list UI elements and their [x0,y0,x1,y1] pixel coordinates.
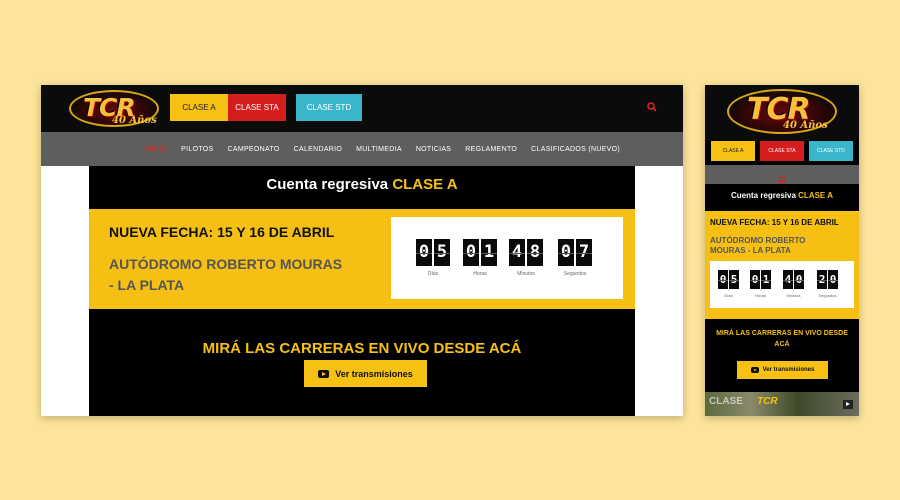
event-venue: AUTÓDROMO ROBERTO MOURAS - LA PLATA [109,256,343,293]
mobile-screenshot: TCR 40 Años CLASE A CLASE STA CLASE STD … [705,85,859,416]
clase-a-button[interactable]: CLASE A [170,94,228,121]
countdown-title: Cuenta regresiva CLASE A [266,176,458,193]
mobile-countdown-timer: 0 5 0 1 4 0 2 0 Días Horas Minutos Segun… [710,261,854,308]
nav-reglamento[interactable]: REGLAMENTO [465,146,517,153]
desktop-screenshot: TCR 40 Años CLASE A CLASE STA CLASE STD … [41,85,683,416]
mobile-header: TCR 40 Años [705,85,859,140]
mobile-days-label: Días [724,293,733,298]
hours-digits: 0 1 [463,239,499,266]
youtube-icon [318,369,330,378]
mobile-minutes-label: Minutos [786,293,801,298]
ver-transmisiones-button[interactable]: Ver transmisiones [304,360,427,387]
nav-inicio[interactable]: INICIO [144,146,167,153]
minutes-digits: 4 8 [509,239,545,266]
nav-calendario[interactable]: CALENDARIO [294,146,343,153]
mobile-hours-label: Horas [755,293,766,298]
mobile-live-title: MIRÁ LAS CARRERAS EN VIVO DESDE ACÁ [716,330,848,348]
tcr-logo[interactable]: TCR 40 Años [69,90,159,127]
event-date: NUEVA FECHA: 15 Y 16 DE ABRIL [109,224,335,240]
search-icon[interactable] [647,102,657,112]
event-banner: NUEVA FECHA: 15 Y 16 DE ABRIL AUTÓDROMO … [89,209,635,309]
hours-label: Horas [473,271,487,277]
mobile-event-banner: NUEVA FECHA: 15 Y 16 DE ABRIL AUTÓDROMO … [705,211,859,319]
clase-sta-button[interactable]: CLASE STA [228,94,286,121]
mobile-menu-bar [705,165,859,184]
hamburger-icon[interactable] [778,176,786,178]
mobile-hours-digits: 0 1 [750,270,772,289]
mobile-seconds-label: Segundos [818,293,837,298]
seconds-label: Segundos [563,271,587,277]
mobile-seconds-digits: 2 0 [817,270,839,289]
nav-campeonato[interactable]: CAMPEONATO [228,146,280,153]
mobile-clase-sta-button[interactable]: CLASE STA [760,141,804,161]
mobile-tcr-logo[interactable]: TCR 40 Años [727,89,837,134]
nav-clasificados[interactable]: CLASIFICADOS (NUEVO) [531,146,620,153]
live-title: MIRÁ LAS CARRERAS EN VIVO DESDE ACÁ [202,340,522,357]
seconds-digits: 0 7 [558,239,594,266]
mobile-ver-transmisiones-button[interactable]: Ver transmisiones [737,361,828,379]
minutes-label: Minutos [517,271,535,277]
days-digits: 0 5 [416,239,452,266]
main-nav: INICIO PILOTOS CAMPEONATO CALENDARIO MUL… [41,132,683,166]
mobile-countdown-title: Cuenta regresiva CLASE A [731,191,833,200]
days-label: Días [427,271,439,277]
mobile-event-venue: AUTÓDROMO ROBERTO MOURAS - LA PLATA [710,236,806,256]
clase-std-button[interactable]: CLASE STD [296,94,362,121]
youtube-icon [750,367,759,373]
site-header: TCR 40 Años CLASE A CLASE STA CLASE STD [41,85,683,132]
nav-noticias[interactable]: NOTICIAS [416,146,451,153]
mobile-minutes-digits: 4 0 [783,270,805,289]
countdown-timer: 0 5 0 1 4 8 0 7 Días Horas Minutos Segun… [391,217,623,299]
mobile-days-digits: 0 5 [718,270,740,289]
mobile-event-date: NUEVA FECHA: 15 Y 16 DE ABRIL [710,218,839,227]
mobile-clase-a-button[interactable]: CLASE A [711,141,755,161]
nav-multimedia[interactable]: MULTIMEDIA [356,146,402,153]
play-icon[interactable] [843,400,853,409]
mobile-clase-std-button[interactable]: CLASE STD [809,141,853,161]
video-thumbnail[interactable]: CLASE TCR [705,392,859,416]
nav-pilotos[interactable]: PILOTOS [181,146,213,153]
main-content: Cuenta regresiva CLASE A NUEVA FECHA: 15… [89,166,635,416]
